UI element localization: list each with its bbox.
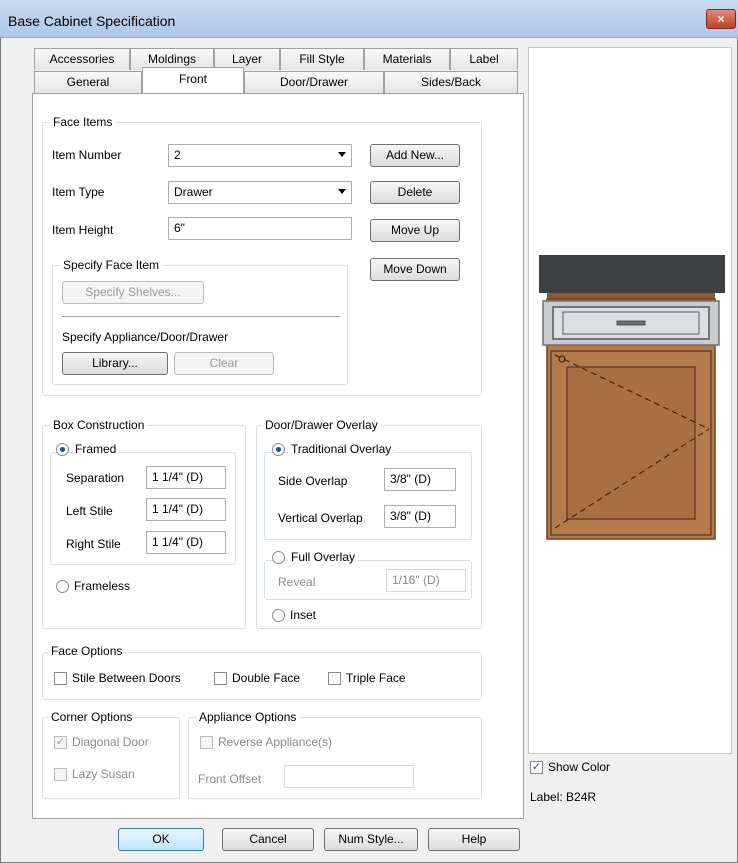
item-type-label: Item Type xyxy=(52,185,105,199)
inset-radio[interactable] xyxy=(272,609,285,622)
side-overlap-label: Side Overlap xyxy=(278,474,348,488)
framed-radio[interactable] xyxy=(56,443,69,456)
item-number-select[interactable]: 2 xyxy=(168,144,352,167)
countertop xyxy=(539,255,725,293)
double-face-label: Double Face xyxy=(232,671,301,685)
diagonal-door-checkbox[interactable]: ✓ xyxy=(54,736,67,749)
reverse-appliance-checkbox[interactable] xyxy=(200,736,213,749)
vertical-overlap-label: Vertical Overlap xyxy=(278,511,363,525)
close-button[interactable]: × xyxy=(706,9,736,29)
chevron-down-icon xyxy=(338,152,346,157)
tab-sides-back[interactable]: Sides/Back xyxy=(384,71,518,93)
stile-between-doors-checkbox[interactable] xyxy=(54,672,67,685)
chevron-down-icon xyxy=(338,189,346,194)
cancel-button[interactable]: Cancel xyxy=(222,828,314,851)
add-new-button[interactable]: Add New... xyxy=(370,144,460,167)
traditional-overlay-radio[interactable] xyxy=(272,443,285,456)
diagonal-door-label: Diagonal Door xyxy=(72,735,149,749)
reveal-input[interactable]: 1/16" (D) xyxy=(386,569,466,592)
item-type-select[interactable]: Drawer xyxy=(168,181,352,204)
frameless-radio[interactable] xyxy=(56,580,69,593)
cabinet-preview xyxy=(528,47,732,754)
full-overlay-radio[interactable] xyxy=(272,551,285,564)
reveal-label: Reveal xyxy=(278,575,316,589)
specify-appliance-label: Specify Appliance/Door/Drawer xyxy=(62,330,229,344)
specify-face-item-legend: Specify Face Item xyxy=(60,258,163,272)
stile-between-doors-label: Stile Between Doors xyxy=(72,671,181,685)
tab-general[interactable]: General xyxy=(34,71,142,93)
num-style-button[interactable]: Num Style... xyxy=(324,828,418,851)
full-overlay-label: Full Overlay xyxy=(288,550,359,564)
framed-label: Framed xyxy=(72,442,120,456)
front-offset-input[interactable] xyxy=(284,765,414,788)
specify-shelves-button[interactable]: Specify Shelves... xyxy=(62,281,204,304)
right-stile-input[interactable]: 1 1/4" (D) xyxy=(146,531,226,554)
separation-input[interactable]: 1 1/4" (D) xyxy=(146,466,226,489)
overlay-legend: Door/Drawer Overlay xyxy=(262,418,381,432)
tab-materials[interactable]: Materials xyxy=(364,48,450,70)
face-options-legend: Face Options xyxy=(48,644,126,658)
double-face-checkbox[interactable] xyxy=(214,672,227,685)
tab-accessories[interactable]: Accessories xyxy=(34,48,130,70)
reverse-appliance-label: Reverse Appliance(s) xyxy=(218,735,333,749)
item-number-label: Item Number xyxy=(52,148,122,162)
triple-face-label: Triple Face xyxy=(346,671,406,685)
vertical-overlap-input[interactable]: 3/8" (D) xyxy=(384,505,456,528)
show-color-checkbox[interactable]: ✓ xyxy=(530,761,543,774)
left-stile-label: Left Stile xyxy=(66,504,113,518)
inset-label: Inset xyxy=(290,608,317,622)
frameless-label: Frameless xyxy=(74,579,131,593)
left-stile-input[interactable]: 1 1/4" (D) xyxy=(146,498,226,521)
face-items-legend: Face Items xyxy=(50,115,116,129)
tab-label[interactable]: Label xyxy=(450,48,518,70)
tab-door-drawer[interactable]: Door/Drawer xyxy=(244,71,384,93)
drawer-handle xyxy=(616,320,646,326)
triple-face-checkbox[interactable] xyxy=(328,672,341,685)
item-number-value: 2 xyxy=(174,148,181,162)
traditional-overlay-label: Traditional Overlay xyxy=(288,442,395,456)
right-stile-label: Right Stile xyxy=(66,537,121,551)
item-height-input[interactable]: 6" xyxy=(168,217,352,240)
cabinet-preview-drawing xyxy=(539,255,725,540)
cabinet-label: Label: B24R xyxy=(530,790,597,804)
help-button[interactable]: Help xyxy=(428,828,520,851)
move-down-button[interactable]: Move Down xyxy=(370,258,460,281)
library-button[interactable]: Library... xyxy=(62,352,168,375)
tab-fill-style[interactable]: Fill Style xyxy=(280,48,364,70)
ok-button[interactable]: OK xyxy=(118,828,204,851)
item-height-label: Item Height xyxy=(52,223,114,237)
corner-options-legend: Corner Options xyxy=(48,710,136,724)
tab-front[interactable]: Front xyxy=(142,67,244,93)
move-up-button[interactable]: Move Up xyxy=(370,219,460,242)
clear-button[interactable]: Clear xyxy=(174,352,274,375)
box-construction-legend: Box Construction xyxy=(50,418,148,432)
side-overlap-input[interactable]: 3/8" (D) xyxy=(384,468,456,491)
door-panel xyxy=(566,366,696,520)
front-offset-label: Front Offset xyxy=(198,772,262,786)
window-title: Base Cabinet Specification xyxy=(8,13,176,29)
appliance-options-legend: Appliance Options xyxy=(196,710,300,724)
separator xyxy=(62,316,340,317)
separation-label: Separation xyxy=(66,471,125,485)
show-color-label: Show Color xyxy=(548,760,611,774)
corner-options-group xyxy=(42,717,180,799)
delete-button[interactable]: Delete xyxy=(370,181,460,204)
frame-top xyxy=(547,293,715,299)
item-type-value: Drawer xyxy=(174,185,213,199)
lazy-susan-checkbox[interactable] xyxy=(54,768,67,781)
lazy-susan-label: Lazy Susan xyxy=(72,767,135,781)
